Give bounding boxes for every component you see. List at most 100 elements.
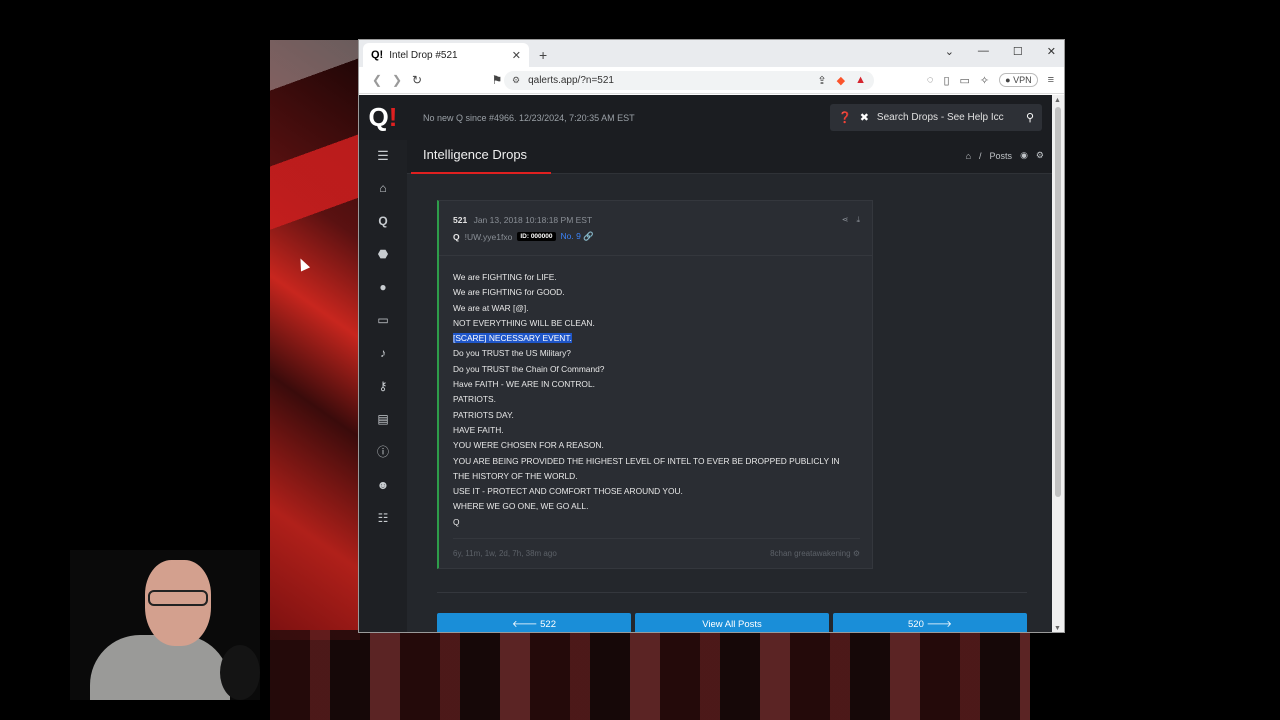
tab-list-icon[interactable]: ⌄ <box>945 45 954 58</box>
home-breadcrumb-icon[interactable]: ⌂ <box>966 151 971 161</box>
info-icon[interactable]: ⓘ <box>359 435 407 468</box>
link-icon: 🔗 <box>583 231 594 241</box>
main-content: 521 Jan 13, 2018 10:18:18 PM EST Q !UW.y… <box>407 175 1054 632</box>
drop-footer: 6y, 11m, 1w, 2d, 7h, 38m ago 8chan great… <box>453 538 860 558</box>
desktop: Q! Intel Drop #521 ✕ + ⌄ — ☐ ✕ ❮ ❯ ↻ ⚑ ⚙… <box>0 0 1280 720</box>
drop-line: Q <box>453 516 460 527</box>
toolbar-right: ◌ ▯ ▭ ✧ ● VPN ≡ <box>927 73 1054 87</box>
users-icon[interactable]: ☷ <box>359 501 407 534</box>
minimize-icon[interactable]: — <box>978 45 989 58</box>
brave-shields-icon[interactable]: ◆ <box>837 74 845 87</box>
browser-window: Q! Intel Drop #521 ✕ + ⌄ — ☐ ✕ ❮ ❯ ↻ ⚑ ⚙… <box>358 39 1065 633</box>
site-logo[interactable]: Q! <box>359 95 407 140</box>
drop-line: USE IT - PROTECT AND COMFORT THOSE AROUN… <box>453 486 683 497</box>
title-underline <box>411 172 551 174</box>
address-bar: ❮ ❯ ↻ ⚑ ⚙ qalerts.app/?n=521 ⇪ ◆ ▲ ◌ ▯ ▭… <box>359 67 1064 94</box>
q-icon[interactable]: Q <box>359 204 407 237</box>
divider <box>437 592 1027 593</box>
content-header: Intelligence Drops ⌂ / Posts ◉ ⚙ <box>407 140 1054 174</box>
webcam-overlay <box>70 550 260 700</box>
breadcrumb-current: Posts <box>989 150 1013 161</box>
breadcrumb: ⌂ / Posts ◉ ⚙ <box>966 150 1044 161</box>
vpn-label: VPN <box>1013 75 1032 85</box>
clear-icon[interactable]: ✖ <box>860 111 869 124</box>
help-icon[interactable]: ❓ <box>838 111 852 124</box>
search-bar: ❓ ✖ Search Drops - See Help Icc ⚲ <box>830 104 1042 131</box>
source-info-icon[interactable]: ⚙ <box>853 549 860 558</box>
page-title: Intelligence Drops <box>423 147 528 162</box>
site-favicon: Q! <box>371 49 384 61</box>
next-drop-button[interactable]: 520 🡒 <box>833 613 1027 632</box>
post-number-text: No. 9 <box>560 231 581 241</box>
download-icon[interactable]: ⤓ <box>856 215 860 225</box>
drop-line: WHERE WE GO ONE, WE GO ALL. <box>453 501 589 512</box>
drop-line: Have FAITH - WE ARE IN CONTROL. <box>453 379 595 390</box>
scroll-up-icon[interactable]: ▲ <box>1054 97 1061 104</box>
view-all-posts-button[interactable]: View All Posts <box>635 613 829 632</box>
drop-number: 521 <box>453 215 468 225</box>
search-input[interactable]: Search Drops - See Help Icc <box>877 112 1018 123</box>
drop-line: NOT EVERYTHING WILL BE CLEAN. <box>453 317 595 328</box>
previous-drop-label: 522 <box>540 619 556 630</box>
search-icon[interactable]: ⚲ <box>1026 111 1034 124</box>
wallet-icon[interactable]: ▭ <box>960 74 970 87</box>
scroll-down-icon[interactable]: ▼ <box>1054 625 1061 632</box>
microphone <box>220 645 260 700</box>
post-number-link[interactable]: No. 9 🔗 <box>561 231 594 242</box>
drop-line: PATRIOTS. <box>453 394 496 405</box>
drop-line: Do you TRUST the US Military? <box>453 348 571 359</box>
presenter-glasses <box>148 590 208 606</box>
browser-menu-icon[interactable]: ≡ <box>1048 74 1054 86</box>
page-scrollbar[interactable]: ▲ ▼ <box>1052 95 1064 632</box>
previous-drop-button[interactable]: 🡐 522 <box>437 613 631 632</box>
background-art-bottom <box>270 630 1030 720</box>
drop-tripcode: !UW.yye1fxo <box>464 231 513 242</box>
chat-icon[interactable]: ◌ <box>927 74 934 86</box>
logo-q: Q <box>368 102 389 132</box>
drop-actions: ⋖ ⤓ <box>842 215 860 225</box>
scroll-thumb[interactable] <box>1055 107 1061 497</box>
bell-icon[interactable]: ♪ <box>359 336 407 369</box>
vpn-button[interactable]: ● VPN <box>999 73 1038 87</box>
android-icon[interactable]: ⬣ <box>359 237 407 270</box>
drop-line: Do you TRUST the Chain Of Command? <box>453 363 605 374</box>
toolbox-icon[interactable]: ▤ <box>359 402 407 435</box>
drop-line: We are FIGHTING for LIFE. <box>453 272 557 282</box>
new-tab-button[interactable]: + <box>539 47 547 63</box>
back-icon[interactable]: ❮ <box>367 73 387 87</box>
browser-tab[interactable]: Q! Intel Drop #521 ✕ <box>363 43 529 67</box>
menu-icon[interactable]: ☰ <box>359 140 407 171</box>
palette-icon[interactable]: ◉ <box>1020 150 1028 161</box>
key-icon[interactable]: ⚷ <box>359 369 407 402</box>
url-field[interactable]: ⚙ qalerts.app/?n=521 ⇪ ◆ ▲ <box>504 70 874 90</box>
user-secret-icon[interactable]: ☻ <box>359 468 407 501</box>
forward-icon[interactable]: ❯ <box>387 73 407 87</box>
drop-age: 6y, 11m, 1w, 2d, 7h, 38m ago <box>453 549 557 558</box>
share-icon[interactable]: ⇪ <box>817 74 826 87</box>
site-sidebar: ☰ ⌂ Q ⬣ ● ▭ ♪ ⚷ ▤ ⓘ ☻ ☷ <box>359 140 407 632</box>
close-window-icon[interactable]: ✕ <box>1047 45 1056 58</box>
desktop-icon[interactable]: ▭ <box>359 303 407 336</box>
latest-drop-notice: No new Q since #4966. 12/23/2024, 7:20:3… <box>423 112 635 123</box>
maximize-icon[interactable]: ☐ <box>1013 45 1023 58</box>
id-badge: ID: 000000 <box>517 232 556 241</box>
drop-line: HAVE FAITH. <box>453 424 504 435</box>
arrow-right-icon: 🡒 <box>926 619 952 630</box>
leo-icon[interactable]: ✧ <box>980 74 989 87</box>
share-drop-icon[interactable]: ⋖ <box>842 215 849 225</box>
close-tab-icon[interactable]: ✕ <box>512 49 521 62</box>
drop-line: YOU WERE CHOSEN FOR A REASON. <box>453 440 604 451</box>
drop-line-selected: [SCARE] NECESSARY EVENT. <box>453 331 858 346</box>
drop-author: Q <box>453 231 460 242</box>
home-icon[interactable]: ⌂ <box>359 171 407 204</box>
arrow-left-icon: 🡐 <box>512 619 538 630</box>
breadcrumb-separator: / <box>979 150 982 161</box>
reload-icon[interactable]: ↻ <box>407 73 427 87</box>
settings-icon[interactable]: ⚙ <box>1036 150 1044 161</box>
brave-rewards-icon[interactable]: ▲ <box>855 74 866 87</box>
page-viewport: Q! No new Q since #4966. 12/23/2024, 7:2… <box>359 95 1054 632</box>
sidebar-icon[interactable]: ▯ <box>943 74 949 87</box>
apple-icon[interactable]: ● <box>359 270 407 303</box>
site-info-icon[interactable]: ⚙ <box>512 75 520 86</box>
drop-source-text: 8chan greatawakening <box>770 549 851 558</box>
